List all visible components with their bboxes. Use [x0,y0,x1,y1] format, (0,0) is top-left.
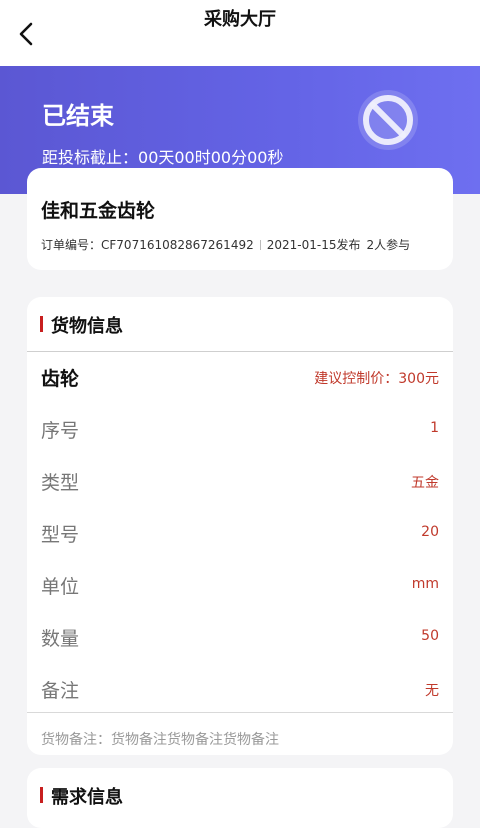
detail-label: 序号 [41,420,80,442]
prohibited-icon [358,90,418,150]
detail-value: 20 [421,524,439,540]
detail-label: 数量 [41,628,80,650]
detail-row: 序号 1 [27,403,453,455]
detail-label: 型号 [41,524,80,546]
suggested-price: 建议控制价：300元 [314,371,439,387]
detail-value: 1 [430,420,439,436]
detail-label: 备注 [41,680,80,702]
detail-label: 单位 [41,576,80,598]
publish-date: 2021-01-15发布 [266,238,361,252]
order-summary-card: 佳和五金齿轮 订单编号： CF707161082867261492 2021-0… [27,168,453,270]
detail-value: 五金 [411,475,439,491]
detail-row: 类型 五金 [27,455,453,507]
goods-item-name: 齿轮 [41,368,80,390]
detail-row: 备注 无 [27,663,453,715]
meta-divider [259,239,261,250]
detail-label: 类型 [41,472,80,494]
order-meta: 订单编号： CF707161082867261492 2021-01-15发布 … [41,236,410,253]
section-accent-bar [40,787,43,803]
detail-row: 型号 20 [27,507,453,559]
section-title: 货物信息 [51,316,123,337]
detail-value: 50 [421,628,439,644]
demand-info-card: 需求信息 [27,768,453,828]
section-title: 需求信息 [51,787,123,808]
top-navbar: 采购大厅 [0,0,480,66]
goods-remark: 货物备注：货物备注货物备注货物备注 [41,732,279,748]
detail-value: mm [411,576,439,592]
section-accent-bar [40,316,43,332]
order-no-label: 订单编号： [41,238,102,252]
order-number: CF707161082867261492 [101,237,254,252]
status-title: 已结束 [42,102,114,130]
detail-row: 单位 mm [27,559,453,611]
deadline-countdown: 距投标截止：00天00时00分00秒 [42,144,283,168]
deadline-value: 00天00时00分00秒 [138,148,284,167]
goods-item-row: 齿轮 建议控制价：300元 [27,351,453,403]
participant-count: 2人参与 [366,238,411,252]
product-name: 佳和五金齿轮 [41,200,156,222]
detail-value: 无 [425,683,439,699]
divider [27,712,453,713]
section-header: 货物信息 [27,297,453,352]
page-title: 采购大厅 [204,9,276,30]
goods-info-card: 货物信息 齿轮 建议控制价：300元 序号 1 类型 五金 型号 20 单位 m… [27,297,453,755]
deadline-label: 距投标截止： [42,148,139,167]
detail-row: 数量 50 [27,611,453,663]
